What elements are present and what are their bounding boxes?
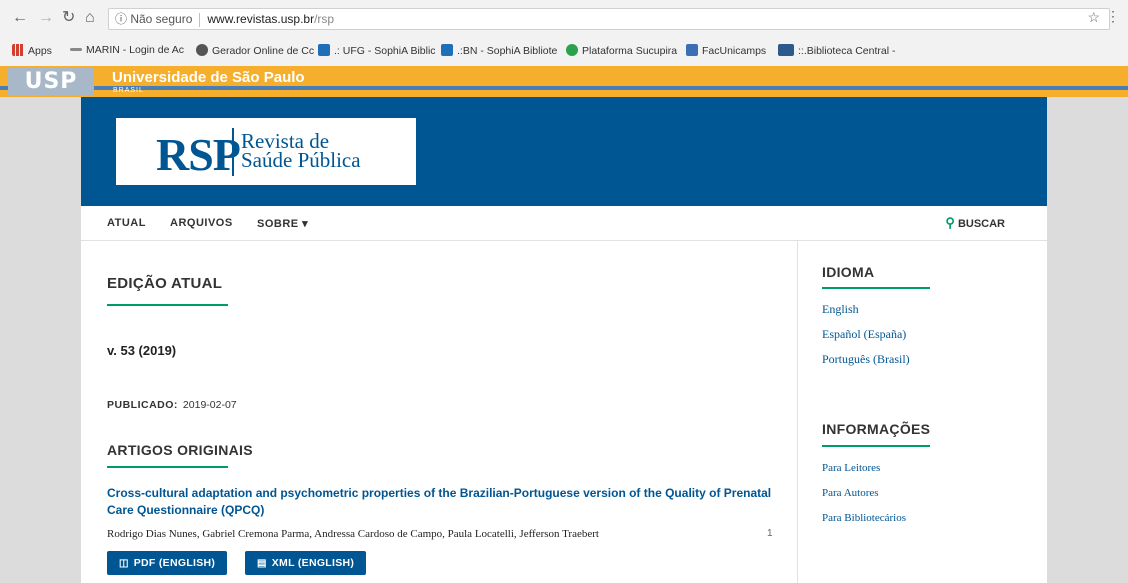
menu-kebab-icon[interactable]: ⋮ <box>1106 8 1120 25</box>
pdf-button-label: PDF (ENGLISH) <box>133 557 216 569</box>
marin-icon <box>70 48 82 51</box>
bookmark-gerador[interactable]: Gerador Online de Cc <box>196 44 314 57</box>
address-bar[interactable]: ⓘ Não seguro www.revistas.usp.br/rsp <box>108 8 1110 30</box>
bookmark-star-icon[interactable]: ☆ <box>1087 9 1100 26</box>
xml-file-icon: ▤ <box>257 558 267 569</box>
bookmark-label: FacUnicamps <box>702 45 767 57</box>
nav-arquivos[interactable]: ARQUIVOS <box>170 217 233 229</box>
sidebar: IDIOMA English Español (España) Portuguê… <box>798 240 1047 583</box>
main-content: EDIÇÃO ATUAL v. 53 (2019) PUBLICADO: 2019… <box>81 240 798 583</box>
issue-heading: EDIÇÃO ATUAL <box>107 275 223 292</box>
home-icon[interactable]: ⌂ <box>85 9 95 27</box>
main-nav: ATUAL ARQUIVOS SOBRE ▾ ⚲ BUSCAR <box>81 206 1047 241</box>
forward-icon[interactable]: → <box>38 9 54 27</box>
language-english[interactable]: English <box>822 302 859 317</box>
search-link[interactable]: ⚲ BUSCAR <box>945 215 1005 231</box>
published-info: PUBLICADO: 2019-02-07 <box>107 399 237 411</box>
language-title: IDIOMA <box>822 264 875 280</box>
apps-grid-icon <box>12 44 24 56</box>
bookmark-label: ::.Biblioteca Central - <box>798 45 896 57</box>
university-country: BRASIL <box>113 87 144 94</box>
back-icon[interactable]: ← <box>12 9 28 27</box>
article-title-link[interactable]: Cross-cultural adaptation and psychometr… <box>107 485 772 519</box>
section-underline <box>107 466 228 468</box>
usp-logo[interactable]: USP <box>8 68 94 96</box>
bookmark-label: .: UFG - SophiA Biblic <box>334 45 436 57</box>
sophia-icon <box>441 44 453 56</box>
article-authors: Rodrigo Dias Nunes, Gabriel Cremona Parm… <box>107 528 599 540</box>
heading-underline <box>107 304 228 306</box>
url-path: /rsp <box>314 12 335 26</box>
bookmark-sucupira[interactable]: Plataforma Sucupira <box>566 44 677 57</box>
xml-english-button[interactable]: ▤ XML (ENGLISH) <box>245 551 367 575</box>
bookmark-label: Gerador Online de Cc <box>212 45 315 57</box>
published-date: 2019-02-07 <box>182 399 237 411</box>
university-name[interactable]: Universidade de São Paulo <box>112 69 305 86</box>
nav-atual[interactable]: ATUAL <box>107 217 146 229</box>
bookmark-biblioteca[interactable]: ::.Biblioteca Central - <box>778 44 895 57</box>
bookmarks-bar: Apps MARIN - Login de Ac Gerador Online … <box>0 36 1128 67</box>
section-heading: ARTIGOS ORIGINAIS <box>107 442 253 458</box>
issue-volume[interactable]: v. 53 (2019) <box>107 343 176 358</box>
usp-banner: USP Universidade de São Paulo BRASIL <box>0 66 1128 97</box>
journal-logo[interactable]: RSP Revista de Saúde Pública <box>116 118 416 185</box>
bookmark-bn[interactable]: .:BN - SophiA Bibliote <box>441 44 557 57</box>
published-label: PUBLICADO: <box>107 399 178 411</box>
sophia-icon <box>318 44 330 56</box>
journal-name: Revista de Saúde Pública <box>241 131 411 172</box>
browser-toolbar: ← → ↻ ⌂ ⓘ Não seguro www.revistas.usp.br/… <box>0 0 1128 36</box>
not-secure-label[interactable]: ⓘ Não seguro <box>115 9 192 29</box>
language-underline <box>822 287 930 289</box>
info-title: INFORMAÇÕES <box>822 421 931 437</box>
pdf-english-button[interactable]: ◫ PDF (ENGLISH) <box>107 551 228 575</box>
bookmark-label: Apps <box>28 45 52 57</box>
url-host: www.revistas.usp.br <box>207 12 315 26</box>
info-bibliotecarios[interactable]: Para Bibliotecários <box>822 512 906 524</box>
journal-page: RSP Revista de Saúde Pública ATUAL ARQUI… <box>81 97 1047 583</box>
facunicamps-icon <box>686 44 698 56</box>
journal-header: RSP Revista de Saúde Pública <box>81 97 1047 206</box>
search-label: BUSCAR <box>957 218 1005 230</box>
page-scrollbar[interactable] <box>1116 97 1128 583</box>
info-leitores[interactable]: Para Leitores <box>822 462 880 474</box>
usp-blue-strip <box>0 86 1128 90</box>
nav-sobre[interactable]: SOBRE ▾ <box>257 217 308 230</box>
logo-divider <box>232 128 234 176</box>
bookmark-label: Plataforma Sucupira <box>582 45 678 57</box>
xml-button-label: XML (ENGLISH) <box>271 557 355 569</box>
bookmark-facunicamps[interactable]: FacUnicamps <box>686 44 766 57</box>
language-portugues[interactable]: Português (Brasil) <box>822 352 910 367</box>
bookmark-apps[interactable]: Apps <box>12 44 52 57</box>
journal-name-line2: Saúde Pública <box>241 148 361 172</box>
sucupira-icon <box>566 44 578 56</box>
pdf-file-icon: ◫ <box>119 558 129 569</box>
info-underline <box>822 445 930 447</box>
omnibox-separator <box>199 12 201 27</box>
search-icon: ⚲ <box>945 215 955 230</box>
article-pages: 1 <box>767 528 773 539</box>
bookmark-label: .:BN - SophiA Bibliote <box>457 45 558 57</box>
gerador-icon <box>196 44 208 56</box>
language-espanol[interactable]: Español (España) <box>822 327 906 342</box>
bookmark-ufg[interactable]: .: UFG - SophiA Biblic <box>318 44 436 57</box>
journal-abbr: RSP <box>156 129 241 180</box>
reload-icon[interactable]: ↻ <box>62 9 75 27</box>
bookmark-label: MARIN - Login de Ac <box>86 44 185 56</box>
info-autores[interactable]: Para Autores <box>822 487 879 499</box>
biblioteca-icon <box>778 44 794 56</box>
bookmark-marin[interactable]: MARIN - Login de Ac <box>70 44 184 56</box>
